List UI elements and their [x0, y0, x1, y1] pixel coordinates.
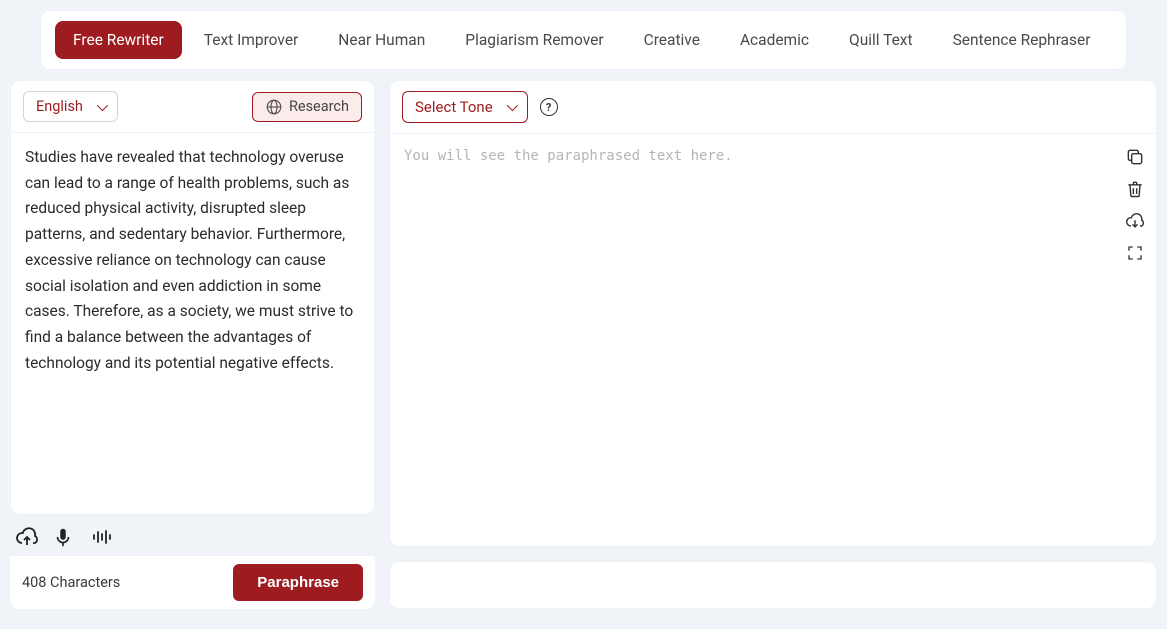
- tab-plagiarism-remover[interactable]: Plagiarism Remover: [447, 21, 621, 59]
- chevron-down-icon: [97, 99, 108, 110]
- mic-icon[interactable]: [52, 525, 76, 549]
- tab-text-improver[interactable]: Text Improver: [186, 21, 317, 59]
- research-label: Research: [289, 98, 349, 115]
- tab-creative[interactable]: Creative: [626, 21, 718, 59]
- tab-free-rewriter[interactable]: Free Rewriter: [55, 21, 182, 59]
- input-tools: [10, 515, 375, 555]
- tab-academic[interactable]: Academic: [722, 21, 827, 59]
- tab-near-human[interactable]: Near Human: [320, 21, 443, 59]
- audio-wave-icon[interactable]: [90, 525, 114, 549]
- tone-select[interactable]: Select Tone: [402, 91, 528, 123]
- fullscreen-icon[interactable]: [1124, 242, 1146, 264]
- language-select[interactable]: English: [23, 91, 118, 122]
- output-placeholder: You will see the paraphrased text here.: [404, 146, 1112, 164]
- globe-icon: [265, 98, 283, 116]
- chevron-down-icon: [506, 100, 517, 111]
- character-count: 408 Characters: [22, 574, 120, 591]
- paraphrase-button[interactable]: Paraphrase: [233, 564, 363, 601]
- tab-quill-text[interactable]: Quill Text: [831, 21, 931, 59]
- tab-sentence-rephraser[interactable]: Sentence Rephraser: [935, 21, 1109, 59]
- tone-label: Select Tone: [415, 98, 493, 116]
- source-text-input[interactable]: [25, 145, 360, 502]
- trash-icon[interactable]: [1124, 178, 1146, 200]
- help-icon[interactable]: ?: [540, 98, 558, 116]
- upload-cloud-icon[interactable]: [14, 525, 38, 549]
- mode-tabs: Free Rewriter Text Improver Near Human P…: [40, 10, 1127, 70]
- output-footer: [389, 561, 1157, 609]
- research-button[interactable]: Research: [252, 92, 362, 122]
- copy-icon[interactable]: [1124, 146, 1146, 168]
- download-cloud-icon[interactable]: [1124, 210, 1146, 232]
- language-label: English: [36, 98, 83, 115]
